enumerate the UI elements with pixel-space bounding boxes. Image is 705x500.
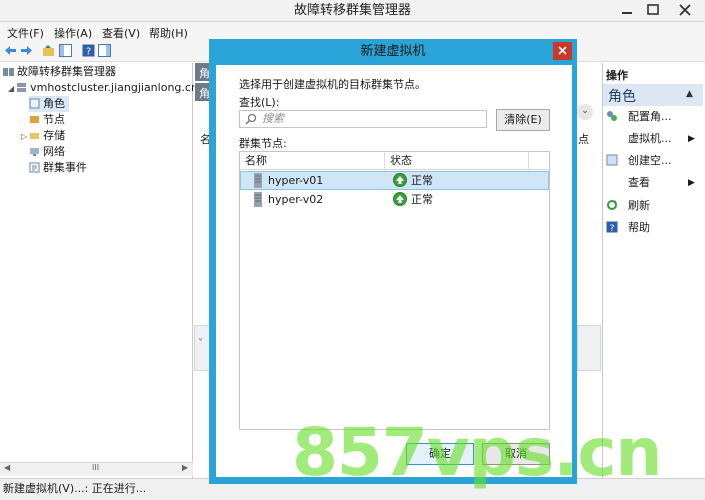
- window-title: 故障转移群集管理器: [293, 3, 411, 18]
- column-header-status[interactable]: 状态: [390, 152, 412, 170]
- action-virtual-machine[interactable]: 虚拟机... ▶: [606, 130, 695, 148]
- tree-item-events[interactable]: 群集事件: [29, 160, 87, 176]
- menu-help[interactable]: 帮助(H): [149, 25, 188, 41]
- help-icon: ?: [606, 221, 618, 234]
- scroll-grip-icon: III: [92, 463, 100, 472]
- up-folder-icon[interactable]: [42, 44, 55, 57]
- tree-root-label: 故障转移群集管理器: [17, 65, 116, 78]
- server-icon: [254, 192, 262, 207]
- tree-nodes-label: 节点: [43, 113, 65, 126]
- column-divider[interactable]: [384, 152, 385, 170]
- tree-events-label: 群集事件: [43, 161, 87, 174]
- scroll-left-icon[interactable]: ◀: [4, 463, 10, 472]
- submenu-arrow-icon: ▶: [688, 178, 695, 188]
- show-hide-tree-icon[interactable]: [59, 44, 72, 57]
- action-view[interactable]: 查看 ▶: [606, 174, 695, 192]
- close-icon: [558, 46, 567, 55]
- actions-header: 操作: [606, 69, 628, 82]
- search-input[interactable]: 搜索: [239, 110, 487, 128]
- configure-role-icon: [606, 110, 618, 122]
- action-label: 创建空...: [628, 154, 672, 167]
- details-chevron-icon[interactable]: ˅: [198, 338, 203, 349]
- tree-networks-label: 网络: [43, 145, 65, 158]
- tree-cluster-label: vmhostcluster.jiangjianlong.cn: [30, 81, 198, 94]
- action-refresh[interactable]: 刷新: [606, 197, 650, 215]
- clear-button[interactable]: 清除(E): [496, 109, 550, 131]
- watermark: 857vps.cn: [292, 414, 663, 491]
- nodes-icon: [29, 114, 40, 125]
- tree-item-networks[interactable]: 网络: [29, 144, 65, 160]
- menu-view[interactable]: 查看(V): [102, 25, 140, 41]
- storage-icon: [29, 130, 40, 141]
- tree-roles-label: 角色: [43, 97, 65, 110]
- expand-arrow-icon[interactable]: ▷: [21, 132, 27, 141]
- svg-text:?: ?: [86, 47, 91, 58]
- node-status: 正常: [411, 174, 433, 187]
- forward-arrow-icon[interactable]: [20, 44, 33, 57]
- submenu-arrow-icon: ▶: [688, 134, 695, 144]
- maximize-button[interactable]: [640, 0, 666, 20]
- tree-item-root[interactable]: 故障转移群集管理器: [3, 64, 116, 80]
- dialog-close-button[interactable]: [553, 42, 572, 60]
- column-divider[interactable]: [528, 152, 529, 170]
- refresh-icon: [606, 199, 618, 211]
- up-arrow-status-icon: [393, 173, 407, 187]
- dialog-instruction: 选择用于创建虚拟机的目标群集节点。: [239, 78, 426, 91]
- expand-query-icon[interactable]: ⌄: [577, 104, 593, 120]
- back-arrow-icon[interactable]: [4, 44, 17, 57]
- action-label: 帮助: [628, 221, 650, 234]
- tree-item-cluster[interactable]: ◢ vmhostcluster.jiangjianlong.cn: [8, 80, 198, 96]
- pane-column-fragment-right: 点: [578, 133, 589, 146]
- tree-item-roles[interactable]: 角色: [29, 96, 69, 112]
- action-label: 配置角...: [628, 110, 672, 123]
- action-create-empty[interactable]: 创建空...: [606, 152, 672, 170]
- action-label: 虚拟机...: [628, 132, 672, 145]
- cluster-icon: [16, 82, 27, 93]
- create-empty-role-icon: [606, 154, 618, 166]
- minimize-icon: [622, 12, 632, 14]
- close-window-button[interactable]: [666, 0, 704, 20]
- collapse-section-icon[interactable]: ▲: [686, 89, 693, 99]
- scroll-right-icon[interactable]: ▶: [182, 463, 188, 472]
- actions-section-label: 角色: [608, 89, 636, 105]
- column-header-name[interactable]: 名称: [245, 152, 267, 170]
- action-pane-icon[interactable]: [98, 44, 111, 57]
- tree-item-storage[interactable]: ▷ 存储: [21, 128, 65, 144]
- menu-file[interactable]: 文件(F): [7, 25, 44, 41]
- details-pane-strip-right: [577, 325, 601, 371]
- events-icon: [29, 162, 40, 173]
- cluster-manager-icon: [3, 66, 14, 77]
- search-icon: [245, 113, 257, 125]
- server-icon: [254, 173, 262, 188]
- action-label: 查看: [628, 176, 650, 189]
- dialog-title: 新建虚拟机: [360, 44, 426, 59]
- network-icon: [29, 146, 40, 157]
- close-icon: [679, 4, 691, 16]
- help-icon[interactable]: ?: [82, 44, 95, 57]
- up-arrow-status-icon: [393, 192, 407, 206]
- action-configure-role[interactable]: 配置角...: [606, 108, 672, 126]
- cluster-nodes-label: 群集节点:: [239, 137, 287, 150]
- action-label: 刷新: [628, 199, 650, 212]
- roles-icon: [29, 98, 40, 109]
- svg-text:?: ?: [610, 224, 615, 233]
- maximize-icon: [647, 4, 659, 15]
- minimize-button[interactable]: [614, 0, 640, 20]
- node-name: hyper-v01: [268, 174, 324, 187]
- tree-storage-label: 存储: [43, 129, 66, 142]
- find-label: 查找(L):: [239, 96, 280, 109]
- collapse-arrow-icon[interactable]: ◢: [8, 84, 14, 93]
- menu-action[interactable]: 操作(A): [54, 25, 92, 41]
- tree-item-nodes[interactable]: 节点: [29, 112, 65, 128]
- node-name: hyper-v02: [268, 193, 324, 206]
- action-help[interactable]: ? 帮助: [606, 219, 650, 237]
- node-status: 正常: [411, 193, 433, 206]
